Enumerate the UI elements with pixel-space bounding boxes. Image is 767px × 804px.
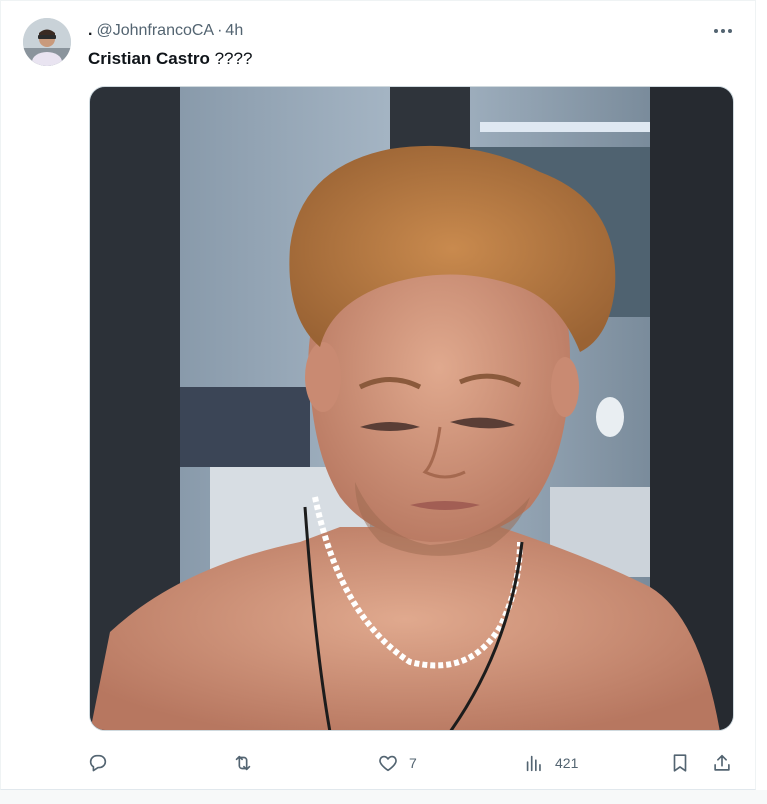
like-count: 7 [409, 755, 417, 771]
tweet-photo[interactable] [89, 86, 734, 731]
tweet-text-bold: Cristian Castro [88, 49, 210, 68]
bookmark-button[interactable] [669, 746, 691, 780]
tweet-actions-bar: 7 421 [81, 746, 741, 780]
tweet-card[interactable]: . @JohnfrancoCA · 4h Cristian Castro ???… [0, 0, 756, 790]
share-icon [714, 754, 730, 771]
tweet-header: . @JohnfrancoCA · 4h [88, 21, 243, 41]
user-handle[interactable]: @JohnfrancoCA [96, 22, 214, 40]
heart-icon [379, 755, 397, 772]
reply-button[interactable] [87, 746, 119, 780]
tweet-text: Cristian Castro ???? [88, 48, 252, 70]
like-button[interactable]: 7 [377, 746, 417, 780]
more-horizontal-icon [714, 29, 732, 33]
header-separator: · [217, 22, 223, 39]
bookmark-icon [673, 754, 687, 772]
views-count: 421 [555, 755, 579, 771]
views-icon [526, 755, 541, 772]
avatar[interactable] [23, 18, 71, 66]
more-options-button[interactable] [707, 19, 739, 43]
display-name[interactable]: . [88, 22, 92, 40]
page-background-strip [0, 790, 767, 804]
retweet-icon [235, 755, 251, 771]
tweet-text-rest: ???? [209, 49, 253, 68]
tweet-timestamp[interactable]: 4h [225, 22, 243, 40]
views-button[interactable]: 421 [523, 746, 578, 780]
reply-icon [89, 754, 107, 772]
share-button[interactable] [711, 746, 733, 780]
retweet-button[interactable] [231, 746, 265, 780]
